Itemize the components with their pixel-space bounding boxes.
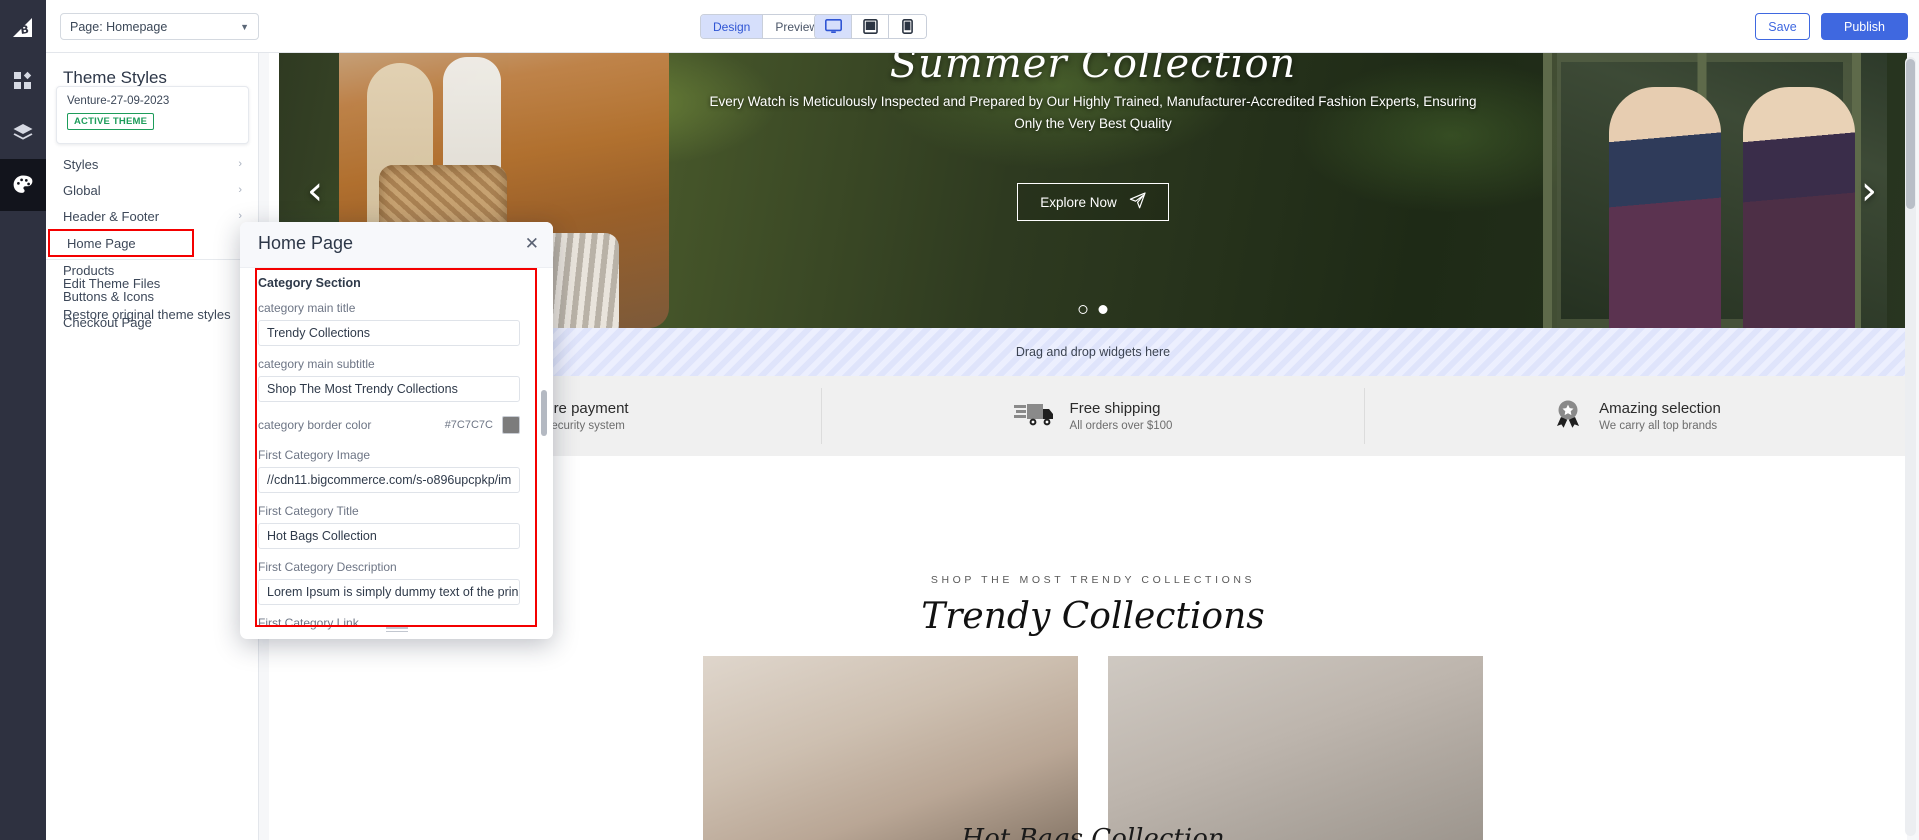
home-page-settings-modal: Home Page ✕ Category Section category ma… xyxy=(240,222,553,639)
device-tablet-button[interactable] xyxy=(852,15,889,38)
preview-scrollbar-thumb[interactable] xyxy=(1906,59,1915,209)
device-toggle-group xyxy=(814,14,927,39)
sidebar-links-list: Edit Theme Files Restore original theme … xyxy=(46,270,259,327)
modal-scrollbar[interactable] xyxy=(541,320,547,639)
free-shipping-icon xyxy=(1013,400,1056,433)
sidebar-item-home-page[interactable]: Home Page xyxy=(48,229,194,257)
field-label-category-main-title: category main title xyxy=(258,301,356,315)
top-toolbar: Page: Homepage ▼ Design Preview Save Pub… xyxy=(46,0,1919,53)
badge-title: Amazing selection xyxy=(1599,400,1721,417)
widgets-icon xyxy=(13,71,33,91)
page-selector[interactable]: Page: Homepage ▼ xyxy=(60,13,259,40)
modal-resize-handle[interactable] xyxy=(385,627,408,633)
save-button[interactable]: Save xyxy=(1755,13,1810,40)
field-label-first-category-description: First Category Description xyxy=(258,560,397,574)
hero-model-b xyxy=(1743,87,1855,328)
modal-body: Category Section category main title Tre… xyxy=(240,268,553,639)
desktop-icon xyxy=(824,19,842,34)
carousel-prev-button[interactable]: ‹ xyxy=(307,168,323,214)
sidebar-link-label: Restore original theme styles xyxy=(63,306,231,322)
sidebar-item-styles[interactable]: Styles › xyxy=(46,151,259,177)
dropzone-label: Drag and drop widgets here xyxy=(1015,345,1171,359)
chevron-right-icon: › xyxy=(238,158,242,170)
field-label-first-category-title: First Category Title xyxy=(258,504,359,518)
first-category-description-input[interactable]: Lorem Ipsum is simply dummy text of the … xyxy=(258,579,520,605)
badge-subtitle: All orders over $100 xyxy=(1069,420,1173,432)
tablet-icon xyxy=(862,19,878,34)
mode-toggle-group: Design Preview xyxy=(700,14,832,39)
field-label-category-main-subtitle: category main subtitle xyxy=(258,357,375,371)
restore-theme-styles-link[interactable]: Restore original theme styles xyxy=(46,301,259,327)
modal-title: Home Page xyxy=(258,233,354,253)
badge-free-shipping: Free shipping All orders over $100 xyxy=(822,388,1365,444)
layers-icon xyxy=(12,123,34,143)
category-border-color-swatch[interactable] xyxy=(502,416,520,434)
field-label-category-border-color: category border color xyxy=(258,418,372,432)
page-title: Theme Styles xyxy=(63,68,167,87)
carousel-dots xyxy=(1078,305,1108,314)
sidebar-item-label: Header & Footer xyxy=(63,208,160,224)
carousel-dot-1[interactable] xyxy=(1078,305,1088,314)
device-desktop-button[interactable] xyxy=(815,15,852,38)
category-main-subtitle-input[interactable]: Shop The Most Trendy Collections xyxy=(258,376,520,402)
explore-now-label: Explore Now xyxy=(1040,194,1117,210)
category-main-title-input[interactable]: Trendy Collections xyxy=(258,320,520,346)
collection-card[interactable] xyxy=(703,656,1078,840)
publish-button[interactable]: Publish xyxy=(1821,13,1908,40)
category-border-color-row: category border color #7C7C7C xyxy=(258,413,520,437)
sidebar-link-label: Edit Theme Files xyxy=(63,275,161,291)
first-category-title-input[interactable]: Hot Bags Collection xyxy=(258,523,520,549)
hero-title: Summer Collection xyxy=(889,53,1297,87)
modal-header: Home Page ✕ xyxy=(240,222,553,268)
sidebar-item-label: Home Page xyxy=(67,235,136,251)
hero-subtitle: Every Watch is Meticulously Inspected an… xyxy=(709,94,1477,131)
preview-scrollbar[interactable] xyxy=(1905,57,1916,836)
rail-item-widgets[interactable] xyxy=(0,55,46,107)
rail-item-layers[interactable] xyxy=(0,107,46,159)
theme-styles-sidebar: Theme Styles Venture-27-09-2023 ACTIVE T… xyxy=(46,53,259,840)
collection-card-caption: Hot Bags Collection xyxy=(961,824,1225,840)
sidebar-item-global[interactable]: Global › xyxy=(46,177,259,203)
sidebar-item-label: Styles xyxy=(63,156,99,172)
badge-amazing-selection: Amazing selection We carry all top brand… xyxy=(1365,388,1907,444)
chevron-down-icon: ▼ xyxy=(240,21,249,32)
award-ribbon-icon xyxy=(1551,399,1585,434)
device-mobile-button[interactable] xyxy=(889,15,926,38)
collection-card[interactable] xyxy=(1108,656,1483,840)
rail-item-theme-styles[interactable] xyxy=(0,159,46,211)
active-theme-card[interactable]: Venture-27-09-2023 ACTIVE THEME xyxy=(56,86,249,144)
form-section-title: Category Section xyxy=(258,276,361,290)
tab-design[interactable]: Design xyxy=(701,15,764,38)
field-label-first-category-image: First Category Image xyxy=(258,448,371,462)
sidebar-divider xyxy=(46,259,259,260)
category-section-form: Category Section category main title Tre… xyxy=(258,276,526,635)
badge-subtitle: We carry all top brands xyxy=(1599,420,1718,432)
close-icon[interactable]: ✕ xyxy=(525,235,539,252)
badge-title: Free shipping xyxy=(1069,400,1161,417)
carousel-next-button[interactable]: › xyxy=(1861,168,1877,214)
left-icon-rail: B xyxy=(0,0,46,840)
chevron-right-icon: › xyxy=(238,184,242,196)
palette-icon xyxy=(12,174,34,196)
modal-scrollbar-thumb[interactable] xyxy=(541,390,547,436)
carousel-dot-2[interactable] xyxy=(1098,305,1108,314)
status-badge: ACTIVE THEME xyxy=(67,113,155,130)
bigcommerce-logo[interactable]: B xyxy=(0,0,46,55)
chevron-right-icon: › xyxy=(238,210,242,222)
app-root: B Page: Homepage ▼ Design Preview Save P… xyxy=(0,0,1919,840)
collection-cards xyxy=(279,656,1907,840)
explore-now-button[interactable]: Explore Now xyxy=(1017,183,1169,221)
mobile-icon xyxy=(902,19,913,34)
category-border-color-value: #7C7C7C xyxy=(444,419,493,431)
sidebar-item-label: Global xyxy=(63,182,101,198)
first-category-image-input[interactable]: //cdn11.bigcommerce.com/s-o896upcpkp/im xyxy=(258,467,520,493)
theme-name: Venture-27-09-2023 xyxy=(67,95,170,107)
paper-plane-icon xyxy=(1129,192,1146,212)
svg-text:B: B xyxy=(20,22,30,36)
edit-theme-files-link[interactable]: Edit Theme Files xyxy=(46,270,259,296)
page-selector-value: Page: Homepage xyxy=(70,19,168,34)
sidebar-item-header-footer[interactable]: Header & Footer › xyxy=(46,203,259,229)
hero-model-a xyxy=(1609,87,1721,328)
